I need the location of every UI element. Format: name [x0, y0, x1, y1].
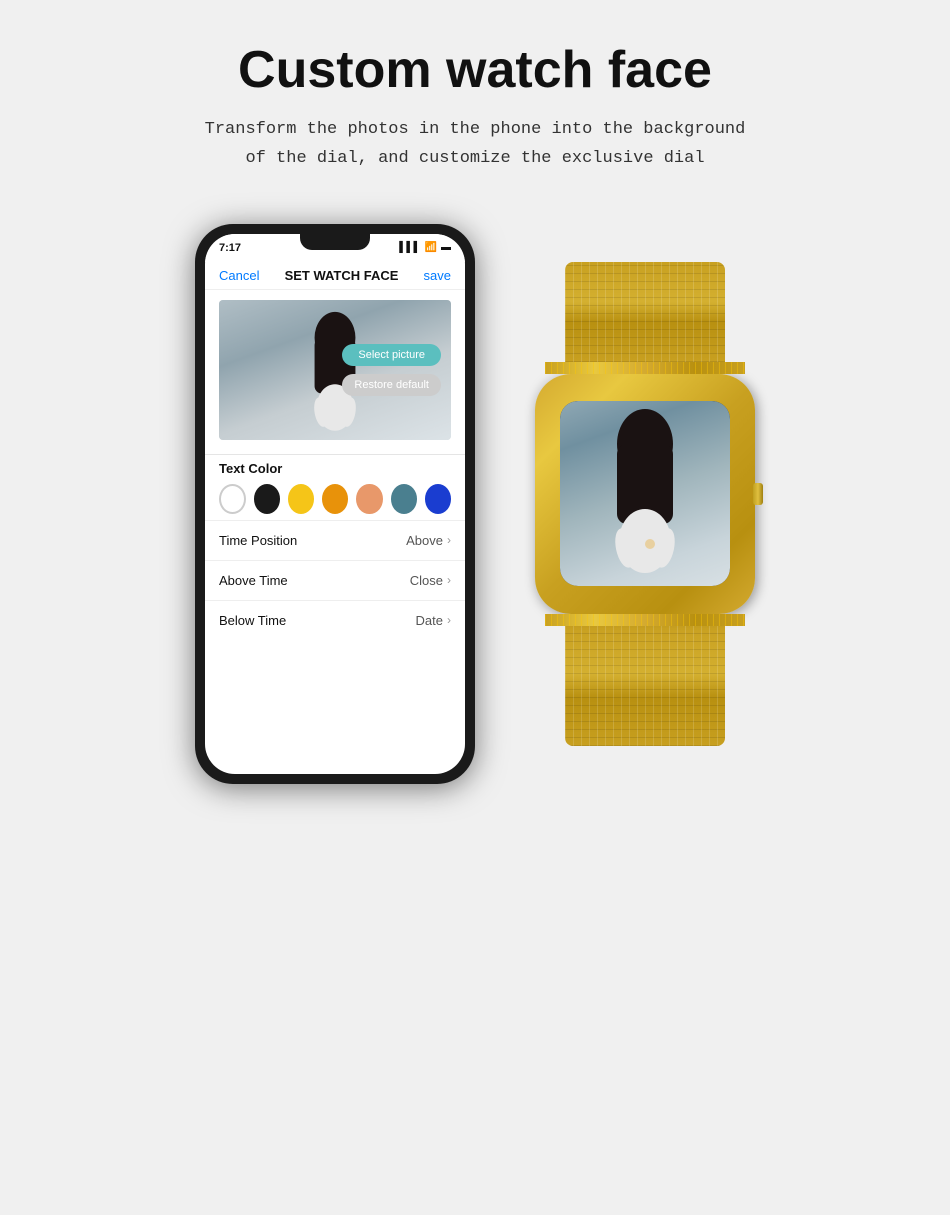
app-header: Cancel SET WATCH FACE save	[205, 262, 465, 290]
settings-row-above-time[interactable]: Above Time Close ›	[205, 560, 465, 600]
status-icons: ▌▌▌ 📶 ▬	[399, 242, 451, 253]
restore-default-button[interactable]: Restore default	[342, 374, 441, 396]
watch-face-image	[560, 401, 730, 586]
phone-time: 7:17	[219, 242, 241, 254]
watch-band-top	[565, 262, 725, 362]
swatch-orange-dark[interactable]	[322, 484, 348, 514]
color-swatches	[219, 484, 451, 514]
chevron-icon-1: ›	[447, 533, 451, 547]
chevron-icon-3: ›	[447, 613, 451, 627]
divider-1	[205, 454, 465, 455]
text-color-label: Text Color	[219, 461, 451, 476]
settings-row-time-position[interactable]: Time Position Above ›	[205, 520, 465, 560]
settings-label-time-position: Time Position	[219, 533, 297, 548]
swatch-yellow[interactable]	[288, 484, 314, 514]
settings-row-below-time[interactable]: Below Time Date ›	[205, 600, 465, 640]
watch-screen	[560, 401, 730, 586]
status-bar: 7:17 ▌▌▌ 📶 ▬	[205, 234, 465, 262]
wifi-icon: 📶	[425, 242, 437, 253]
watch-mockup	[535, 262, 755, 746]
watch-body	[535, 374, 755, 614]
cancel-button[interactable]: Cancel	[219, 268, 259, 283]
watch-band-bottom	[565, 626, 725, 746]
watch-face-preview: Select picture Restore default	[219, 300, 451, 440]
connector-lines-top	[545, 362, 745, 374]
watch-crown	[753, 483, 763, 505]
phone-screen: 7:17 ▌▌▌ 📶 ▬ Cancel SET WATCH FACE save	[205, 234, 465, 774]
connector-lines-bottom	[545, 614, 745, 626]
chevron-icon-2: ›	[447, 573, 451, 587]
notch	[300, 234, 370, 250]
devices-row: 7:17 ▌▌▌ 📶 ▬ Cancel SET WATCH FACE save	[30, 224, 920, 784]
battery-icon: ▬	[441, 242, 451, 253]
watch-connector-top	[545, 362, 745, 374]
time-position-value: Above	[406, 533, 443, 548]
text-color-section: Text Color	[205, 461, 465, 520]
action-buttons: Select picture Restore default	[342, 344, 441, 396]
watch-connector-bottom	[545, 614, 745, 626]
swatch-teal[interactable]	[391, 484, 417, 514]
app-header-title: SET WATCH FACE	[285, 268, 399, 283]
band-mesh-top	[565, 262, 725, 362]
save-button[interactable]: save	[424, 268, 451, 283]
settings-value-time-position: Above ›	[406, 533, 451, 548]
phone-mockup: 7:17 ▌▌▌ 📶 ▬ Cancel SET WATCH FACE save	[195, 224, 475, 784]
swatch-blue[interactable]	[425, 484, 451, 514]
swatch-orange-light[interactable]	[356, 484, 382, 514]
settings-value-above-time: Close ›	[410, 573, 451, 588]
settings-list: Time Position Above › Above Time Close ›…	[205, 520, 465, 774]
select-picture-button[interactable]: Select picture	[342, 344, 441, 366]
swatch-white[interactable]	[219, 484, 246, 514]
page-subtitle: Transform the photos in the phone into t…	[205, 116, 746, 174]
settings-value-below-time: Date ›	[416, 613, 451, 628]
above-time-value: Close	[410, 573, 443, 588]
page-title: Custom watch face	[238, 40, 712, 100]
swatch-black[interactable]	[254, 484, 280, 514]
settings-label-above-time: Above Time	[219, 573, 288, 588]
band-mesh-bottom	[565, 626, 725, 746]
settings-label-below-time: Below Time	[219, 613, 286, 628]
below-time-value: Date	[416, 613, 443, 628]
person-silhouette-watch	[595, 406, 695, 586]
signal-icon: ▌▌▌	[399, 242, 420, 253]
